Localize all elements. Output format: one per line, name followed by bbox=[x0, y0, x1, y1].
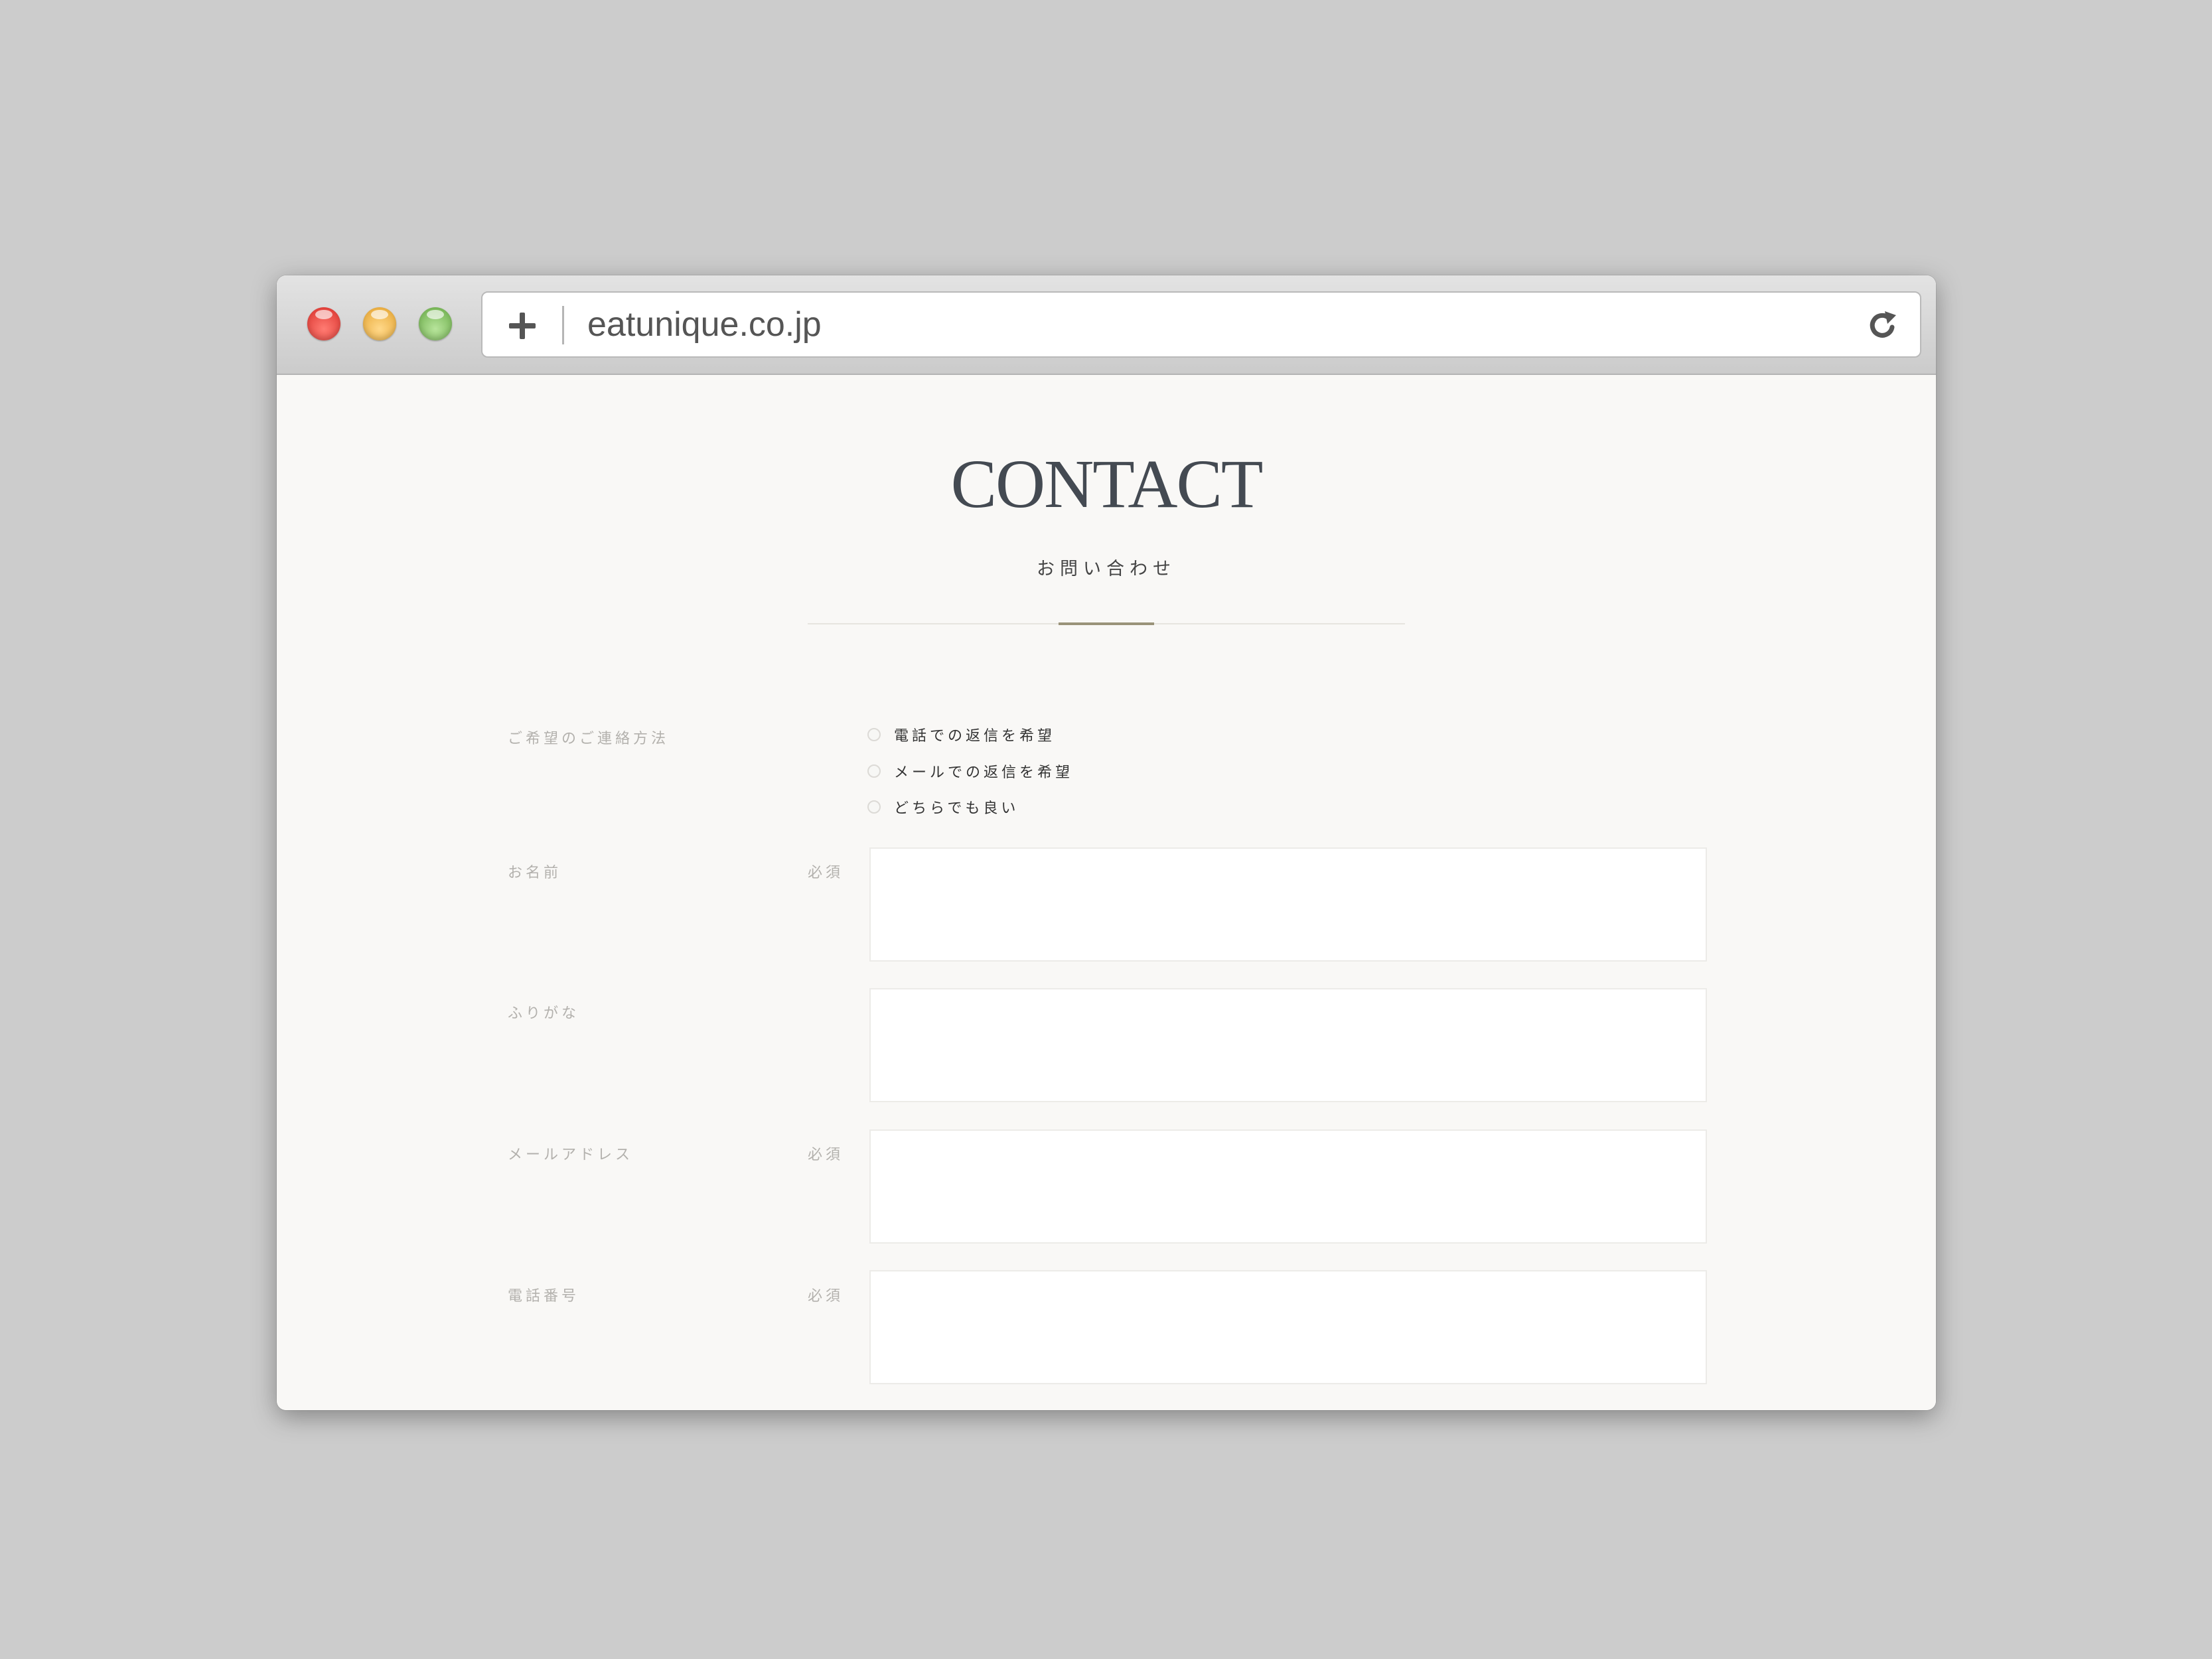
furigana-field[interactable] bbox=[869, 988, 1707, 1102]
email-label: メールアドレス bbox=[508, 1147, 634, 1163]
page-content: CONTACT お問い合わせ ご希望のご連絡方法 電話での返信を希望 メールでの… bbox=[277, 375, 1936, 1410]
close-window-button[interactable] bbox=[307, 307, 340, 340]
browser-toolbar: eatunique.co.jp bbox=[277, 275, 1936, 375]
radio-circle[interactable] bbox=[867, 764, 881, 778]
url-text[interactable]: eatunique.co.jp bbox=[587, 293, 822, 356]
name-field[interactable] bbox=[869, 847, 1707, 962]
plus-icon[interactable] bbox=[509, 313, 536, 339]
address-bar-separator bbox=[562, 306, 564, 344]
address-bar[interactable]: eatunique.co.jp bbox=[481, 291, 1921, 358]
furigana-label: ふりがな bbox=[508, 1005, 580, 1022]
page-title: CONTACT bbox=[950, 446, 1264, 522]
radio-option-label: メールでの返信を希望 bbox=[894, 764, 1074, 781]
name-label: お名前 bbox=[508, 865, 562, 881]
radio-circle[interactable] bbox=[867, 800, 881, 814]
required-badge: 必須 bbox=[808, 1147, 844, 1163]
required-badge: 必須 bbox=[808, 1288, 844, 1305]
radio-option-either[interactable]: どちらでも良い bbox=[867, 797, 1019, 817]
email-field[interactable] bbox=[869, 1129, 1707, 1244]
radio-option-email[interactable]: メールでの返信を希望 bbox=[867, 761, 1073, 781]
browser-window: eatunique.co.jp CONTACT お問い合わせ ご希望のご連絡方法… bbox=[277, 275, 1936, 1410]
radio-circle[interactable] bbox=[867, 728, 881, 741]
minimize-window-button[interactable] bbox=[363, 307, 396, 340]
radio-option-label: どちらでも良い bbox=[894, 800, 1019, 817]
phone-label: 電話番号 bbox=[508, 1288, 580, 1305]
page-subtitle: お問い合わせ bbox=[1037, 559, 1176, 579]
required-badge: 必須 bbox=[808, 865, 844, 881]
title-divider-accent bbox=[1059, 622, 1154, 625]
phone-field[interactable] bbox=[869, 1270, 1707, 1384]
radio-option-phone[interactable]: 電話での返信を希望 bbox=[867, 725, 1055, 745]
radio-option-label: 電話での返信を希望 bbox=[894, 728, 1056, 745]
zoom-window-button[interactable] bbox=[419, 307, 452, 340]
reload-icon[interactable] bbox=[1866, 309, 1900, 343]
contact-method-label: ご希望のご連絡方法 bbox=[508, 731, 670, 747]
